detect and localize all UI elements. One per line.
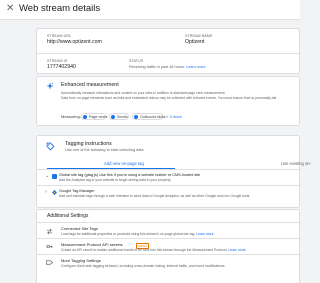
connected-learn-more-link[interactable]: Learn more xyxy=(196,232,213,236)
page-title: Web stream details xyxy=(19,3,101,14)
more-tagging-settings-title[interactable]: More Tagging Settings xyxy=(61,258,101,263)
stream-name-label: STREAM NAME xyxy=(185,34,213,38)
tab-use-existing[interactable]: Use existing on- xyxy=(281,161,311,166)
gtm-desc: Add and maintain tags through a web inte… xyxy=(59,194,251,198)
mp-api-secrets-title[interactable]: Measurement Protocol API secrets xyxy=(61,242,123,247)
status-label: STATUS xyxy=(129,59,144,63)
arrows-icon xyxy=(46,228,53,235)
connected-site-tags-desc: Load tags for additional properties or p… xyxy=(61,232,214,236)
stream-info-card: STREAM URL http://www.optizent.com STREA… xyxy=(36,28,301,74)
outbound-clicks-icon xyxy=(134,114,138,119)
additional-settings-title: Additional Settings xyxy=(47,213,89,219)
enhanced-title: Enhanced measurement xyxy=(61,82,119,88)
tag-outline-icon xyxy=(46,260,53,265)
top-bar: ✕ Web stream details xyxy=(0,0,300,20)
tagging-subtitle: Use one of the following to start collec… xyxy=(65,148,144,152)
chip-scrolls: Scrolls xyxy=(109,112,129,120)
page-views-icon xyxy=(83,114,87,119)
gtm-title[interactable]: Google Tag Manager xyxy=(59,189,94,193)
chip-outbound-clicks: Outbound clicks xyxy=(132,112,166,120)
enhanced-desc-2: Data from on-page elements such as links… xyxy=(61,96,277,100)
divider xyxy=(37,185,301,186)
sparkle-icon xyxy=(46,82,54,90)
stream-url-value: http://www.optizent.com xyxy=(47,39,102,45)
more-tagging-settings-desc: Configure client-side tagging behavior, … xyxy=(61,264,225,268)
gtm-expand-icon[interactable]: › xyxy=(45,189,47,195)
stream-id-label: STREAM ID xyxy=(47,59,68,63)
stream-id-value: 1777402940 xyxy=(47,64,76,70)
additional-settings-card: Additional Settings Connected Site Tags … xyxy=(36,209,301,283)
tagging-instructions-card: Tagging instructions Use one of the foll… xyxy=(36,135,311,208)
divider xyxy=(37,238,301,239)
status-text: Receiving traffic in past 48 hours. Lear… xyxy=(129,65,206,69)
mp-api-secrets-desc: Create an API secret to enable additiona… xyxy=(61,248,246,252)
gtm-logo-icon xyxy=(52,190,57,195)
measuring-label: Measuring: xyxy=(61,114,81,119)
more-measurements-link[interactable]: + 3 more xyxy=(166,114,182,119)
stream-url-label: STREAM URL xyxy=(47,34,72,38)
divider xyxy=(37,254,301,255)
chip-page-views: Page views xyxy=(81,112,107,120)
divider xyxy=(37,222,301,223)
gtag-title[interactable]: Global site tag (gtag.js) Use this if yo… xyxy=(59,173,200,177)
status-value: Receiving traffic in past 48 hours. xyxy=(129,64,186,69)
connected-site-tags-title[interactable]: Connected Site Tags xyxy=(61,226,98,231)
tag-icon xyxy=(46,142,55,151)
gtag-expand-icon[interactable]: ⌄ xyxy=(45,173,49,179)
tab-add-new-tag[interactable]: Add new on-page tag xyxy=(104,161,144,166)
status-learn-more-link[interactable]: Learn more xyxy=(186,65,205,69)
stream-name-value: Optizent xyxy=(185,39,205,45)
gtag-desc: Add the Analytics tag to your website to… xyxy=(59,178,172,182)
divider xyxy=(37,53,301,54)
key-icon xyxy=(46,244,53,249)
scrolls-icon xyxy=(111,114,115,119)
close-icon[interactable]: ✕ xyxy=(6,3,14,15)
gtag-logo-icon xyxy=(52,174,57,179)
mp-learn-more-link[interactable]: Learn more xyxy=(228,248,245,252)
tagging-title: Tagging instructions xyxy=(65,141,112,147)
enhanced-measurement-card: Enhanced measurement Automatically measu… xyxy=(36,76,300,126)
tabs-divider xyxy=(37,169,301,170)
enhanced-desc-1: Automatically measure interactions and c… xyxy=(61,91,226,95)
